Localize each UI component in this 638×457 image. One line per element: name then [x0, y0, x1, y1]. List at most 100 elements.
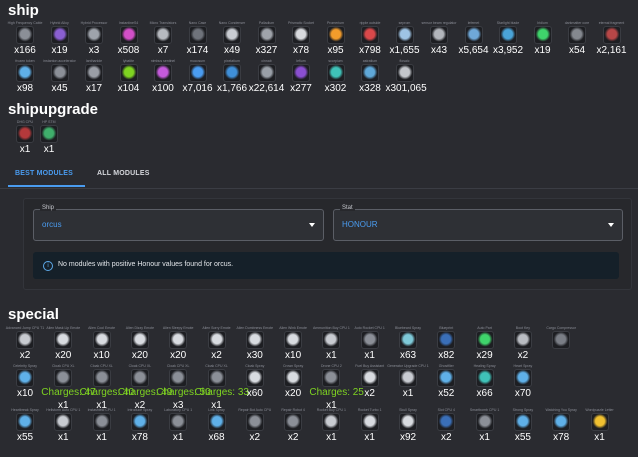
- skull-spray-icon: [399, 413, 417, 431]
- repair-bot-auto-cpu-icon: [245, 413, 264, 431]
- repair-robot-4-icon: [284, 413, 303, 431]
- item-count: x1,766: [216, 83, 248, 94]
- ammunition-buy-cpu-1-icon: [322, 331, 341, 349]
- tab-best-modules[interactable]: BEST MODULES: [15, 170, 73, 177]
- item-count: x7,016: [182, 83, 213, 94]
- alien-cool-emote-icon: [92, 331, 111, 349]
- item-eternal-fragment[interactable]: eternal fragment x2,161: [593, 20, 631, 57]
- item-wordpuzzle-letter[interactable]: Wordpuzzle Letter x1: [578, 407, 622, 444]
- astratium-icon: [361, 64, 379, 82]
- advanced-jump-cpu-t1-icon: [16, 331, 34, 349]
- item-iridium[interactable]: Iridium x19: [524, 20, 562, 57]
- item-darkmatter-core[interactable]: darkmatter core x54: [558, 20, 596, 57]
- item-ripple-outside[interactable]: ripple outside x798: [351, 20, 389, 57]
- item-starlight-blade[interactable]: Starlight blade x3,952: [489, 20, 527, 57]
- best-modules-panel: Ship orcus Stat HONOUR i No modules with…: [23, 198, 632, 290]
- item-instanton-accelerator[interactable]: instanton accelerator x45: [41, 58, 79, 95]
- item-count: x49: [223, 45, 241, 56]
- item-nano-case[interactable]: Nano Case x174: [179, 20, 217, 57]
- item-lefium[interactable]: lefium x277: [282, 58, 320, 95]
- eternal-fragment-icon: [602, 26, 621, 44]
- ship-select-label: Ship: [40, 205, 57, 211]
- promerium-icon: [326, 26, 345, 44]
- item-count: x43: [430, 45, 448, 56]
- pixelatium-icon: [223, 64, 241, 82]
- frozen-token-icon: [16, 64, 34, 82]
- heartbreak-spray-icon: [16, 413, 34, 431]
- item-seprom[interactable]: seprom x1,655: [386, 20, 424, 57]
- item-count: x19: [534, 45, 551, 56]
- lefemet-icon: [464, 26, 483, 44]
- prismatic-socket-icon: [292, 26, 310, 44]
- item-count: x100: [152, 83, 174, 94]
- info-alert-text: No modules with positive Honour values f…: [58, 261, 234, 268]
- item-count: x1: [43, 144, 55, 155]
- auto-rocket-cpu-1-icon: [360, 331, 379, 349]
- chevron-down-icon: [309, 223, 315, 227]
- item-sensor-beam-regulator[interactable]: sensor beam regulator x43: [420, 20, 458, 57]
- item-palladium[interactable]: Palladium x327: [248, 20, 286, 57]
- ship-select[interactable]: Ship orcus: [33, 205, 324, 241]
- item-frozen-token[interactable]: frozen token x98: [6, 58, 44, 95]
- item-high-frequency-cable[interactable]: High Frequency Cable x166: [6, 20, 44, 57]
- link-spray-icon: [207, 413, 226, 431]
- item-pixelatium[interactable]: pixelatium x1,766: [213, 58, 251, 95]
- item-mucosum[interactable]: mucosum x7,016: [179, 58, 217, 95]
- item-lanthanide[interactable]: lanthanide x17: [75, 58, 113, 95]
- item-micro-transistors[interactable]: Micro Transistors x7: [144, 20, 182, 57]
- item-hybrid-processor[interactable]: Hybrid Processor x3: [75, 20, 113, 57]
- item-count: x798: [359, 45, 381, 56]
- item-count: x98: [16, 83, 34, 94]
- instantines4-icon: [119, 26, 138, 44]
- item-lybatite[interactable]: lybatite x104: [110, 58, 148, 95]
- stat-select[interactable]: Stat HONOUR: [333, 205, 623, 241]
- auto-part-icon: [475, 331, 494, 349]
- rocket-turbo-1-icon: [360, 413, 379, 431]
- healing-spray-icon: [475, 369, 494, 387]
- introduce-spray-icon: [130, 413, 149, 431]
- instanton-accelerator-icon: [50, 64, 69, 82]
- info-icon: i: [43, 261, 53, 271]
- item-promerium[interactable]: Promerium x95: [317, 20, 355, 57]
- item-count: x104: [117, 83, 140, 94]
- item-cargo-compressor[interactable]: Cargo Compressor: [539, 325, 583, 349]
- tabs-divider: [0, 188, 638, 189]
- hybrid-processor-icon: [85, 26, 103, 44]
- darkmatter-core-icon: [568, 26, 586, 44]
- starlight-blade-icon: [499, 26, 517, 44]
- high-frequency-cable-icon: [16, 26, 34, 44]
- lybatite-icon: [119, 64, 138, 82]
- laboratory-cpu-1-icon: [169, 413, 188, 431]
- item-hybrid-alloy[interactable]: Hybrid Alloy x19: [41, 20, 79, 57]
- item-instantines4[interactable]: InstantineS4 x508: [110, 20, 148, 57]
- fiosaic-icon: [395, 64, 414, 82]
- alien-dumbness-emote-icon: [245, 331, 264, 349]
- item-heart-spray[interactable]: Heart Spray x70: [501, 363, 545, 400]
- item-cinnab[interactable]: cinnab x22,614: [248, 58, 286, 95]
- watching-you-spray-icon: [552, 413, 571, 431]
- item-count: x5,654: [458, 45, 489, 56]
- item-nano-condenser[interactable]: Nano Condenser x49: [213, 20, 251, 57]
- item-count: x78: [292, 45, 310, 56]
- item-nimbus-sentinel[interactable]: nimbus sentinel x100: [144, 58, 182, 95]
- palladium-icon: [257, 26, 276, 44]
- hybrid-alloy-icon: [50, 26, 69, 44]
- slot-cpu-4-icon: [437, 413, 456, 431]
- rocket-buy-cpu-1-icon: [322, 413, 341, 431]
- item-count: x302: [324, 83, 347, 94]
- alien-sleepy-emote-icon: [169, 331, 188, 349]
- cargo-compressor-icon: [552, 331, 571, 349]
- item-fiosaic[interactable]: fiosaic x301,065: [386, 58, 427, 95]
- tab-all-modules[interactable]: ALL MODULES: [97, 170, 150, 177]
- item-scorpium[interactable]: scorpium x302: [317, 58, 355, 95]
- mucosum-icon: [188, 64, 207, 82]
- micro-transistors-icon: [154, 26, 172, 44]
- item-astratium[interactable]: astratium x328: [351, 58, 389, 95]
- item-hp-stm[interactable]: HP STM x1: [30, 119, 68, 156]
- boot-key-icon: [513, 331, 532, 349]
- scorpium-icon: [326, 64, 345, 82]
- ship-select-value: orcus: [42, 220, 62, 229]
- fuel-buy-assistant-icon: [360, 369, 379, 387]
- item-lefemet[interactable]: lefemet x5,654: [455, 20, 493, 57]
- item-prismatic-socket[interactable]: Prismatic Socket x78: [282, 20, 320, 57]
